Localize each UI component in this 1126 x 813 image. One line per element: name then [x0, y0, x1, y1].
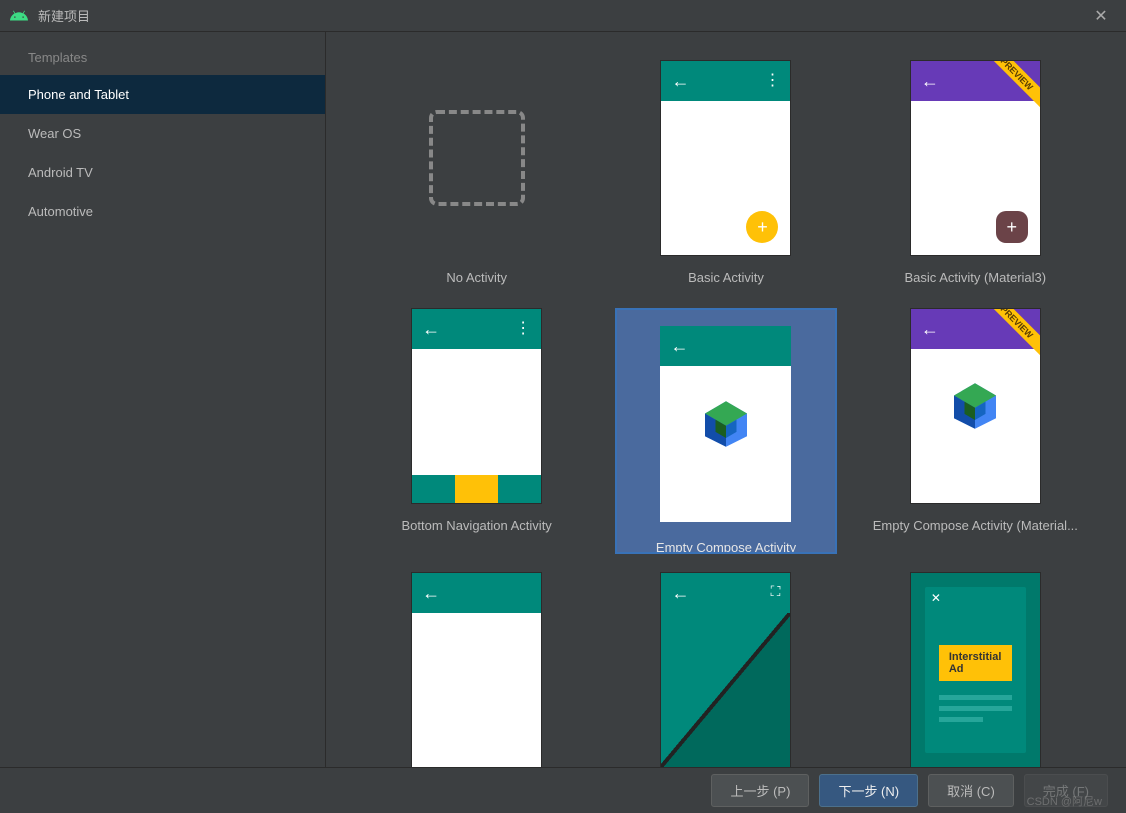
more-icon: ⋮: [515, 325, 531, 333]
template-fullscreen-activity[interactable]: ←⛶: [615, 572, 836, 767]
sidebar-item-label: Android TV: [28, 165, 93, 180]
template-ad-activity[interactable]: ✕ Interstitial Ad: [865, 572, 1086, 767]
bottomnav: [412, 475, 541, 503]
template-basic-activity-m3[interactable]: ←⋮ PREVIEW + Basic Activity (Material3): [865, 60, 1086, 290]
thumb: ←: [660, 326, 791, 522]
appbar: ←⋮: [661, 61, 790, 101]
titlebar: 新建项目 ✕: [0, 0, 1126, 32]
sidebar-item-label: Phone and Tablet: [28, 87, 129, 102]
ad-badge: Interstitial Ad: [939, 645, 1012, 681]
thumb: ✕ Interstitial Ad: [910, 572, 1041, 767]
template-label: Basic Activity (Material3): [905, 270, 1047, 290]
main: Templates Phone and Tablet Wear OS Andro…: [0, 32, 1126, 767]
sidebar-item-phone-tablet[interactable]: Phone and Tablet: [0, 75, 325, 114]
thumb: ←: [411, 572, 542, 767]
back-icon: ←: [422, 583, 440, 604]
thumb-body: ✕ Interstitial Ad: [925, 587, 1026, 753]
thumb: ←⋮ PREVIEW +: [910, 60, 1041, 256]
template-empty-compose[interactable]: ← Empty Compose Activity: [615, 308, 836, 554]
template-label: Bottom Navigation Activity: [402, 518, 552, 538]
appbar: ←: [660, 326, 791, 366]
thumb-empty: [429, 110, 525, 206]
template-label: Empty Compose Activity (Material...: [873, 518, 1078, 538]
cancel-button[interactable]: 取消 (C): [928, 774, 1014, 807]
template-empty-compose-m3[interactable]: ← PREVIEW Empty Compose Activity (Materi…: [865, 308, 1086, 554]
back-icon: ←: [422, 319, 440, 340]
thumb: ←⛶: [660, 572, 791, 767]
template-label: Empty Compose Activity: [617, 532, 834, 552]
thumb: ← PREVIEW: [910, 308, 1041, 504]
sidebar: Templates Phone and Tablet Wear OS Andro…: [0, 32, 326, 767]
sidebar-item-label: Wear OS: [28, 126, 81, 141]
next-button[interactable]: 下一步 (N): [819, 774, 918, 807]
back-icon: ←: [921, 319, 939, 340]
template-basic-activity[interactable]: ←⋮ + Basic Activity: [615, 60, 836, 290]
close-button[interactable]: ✕: [1086, 1, 1116, 31]
sidebar-header: Templates: [0, 40, 325, 75]
template-no-activity[interactable]: No Activity: [366, 60, 587, 290]
compose-icon: [947, 378, 1003, 434]
template-gallery: No Activity ←⋮ + Basic Activity ←⋮ PREVI…: [326, 32, 1126, 767]
sidebar-item-wear-os[interactable]: Wear OS: [0, 114, 325, 153]
sidebar-item-label: Automotive: [28, 204, 93, 219]
footer: 上一步 (P) 下一步 (N) 取消 (C) 完成 (F): [0, 767, 1126, 813]
template-empty-activity[interactable]: ←: [366, 572, 587, 767]
fullscreen-icon: ⛶: [771, 583, 781, 600]
window-title: 新建项目: [38, 6, 1086, 25]
appbar: ←⋮: [412, 309, 541, 349]
close-icon: ✕: [931, 591, 941, 605]
back-icon: ←: [670, 336, 688, 357]
template-label: No Activity: [446, 270, 507, 290]
back-icon: ←: [921, 71, 939, 92]
back-icon: ←: [671, 583, 689, 604]
thumb-body: [661, 613, 790, 767]
prev-button[interactable]: 上一步 (P): [711, 774, 809, 807]
fab-icon: +: [996, 211, 1028, 243]
fab-icon: +: [746, 211, 778, 243]
sidebar-item-automotive[interactable]: Automotive: [0, 192, 325, 231]
android-icon: [10, 10, 28, 22]
appbar: ←: [412, 573, 541, 613]
thumb: ←⋮: [411, 308, 542, 504]
template-label: Basic Activity: [688, 270, 764, 290]
more-icon: ⋮: [764, 77, 780, 85]
template-bottom-navigation[interactable]: ←⋮ Bottom Navigation Activity: [366, 308, 587, 554]
sidebar-item-android-tv[interactable]: Android TV: [0, 153, 325, 192]
appbar: ←⛶: [661, 573, 790, 613]
compose-icon: [698, 396, 754, 452]
finish-button: 完成 (F): [1024, 774, 1108, 807]
ad-lines: [939, 695, 1012, 722]
thumb: ←⋮ +: [660, 60, 791, 256]
back-icon: ←: [671, 71, 689, 92]
